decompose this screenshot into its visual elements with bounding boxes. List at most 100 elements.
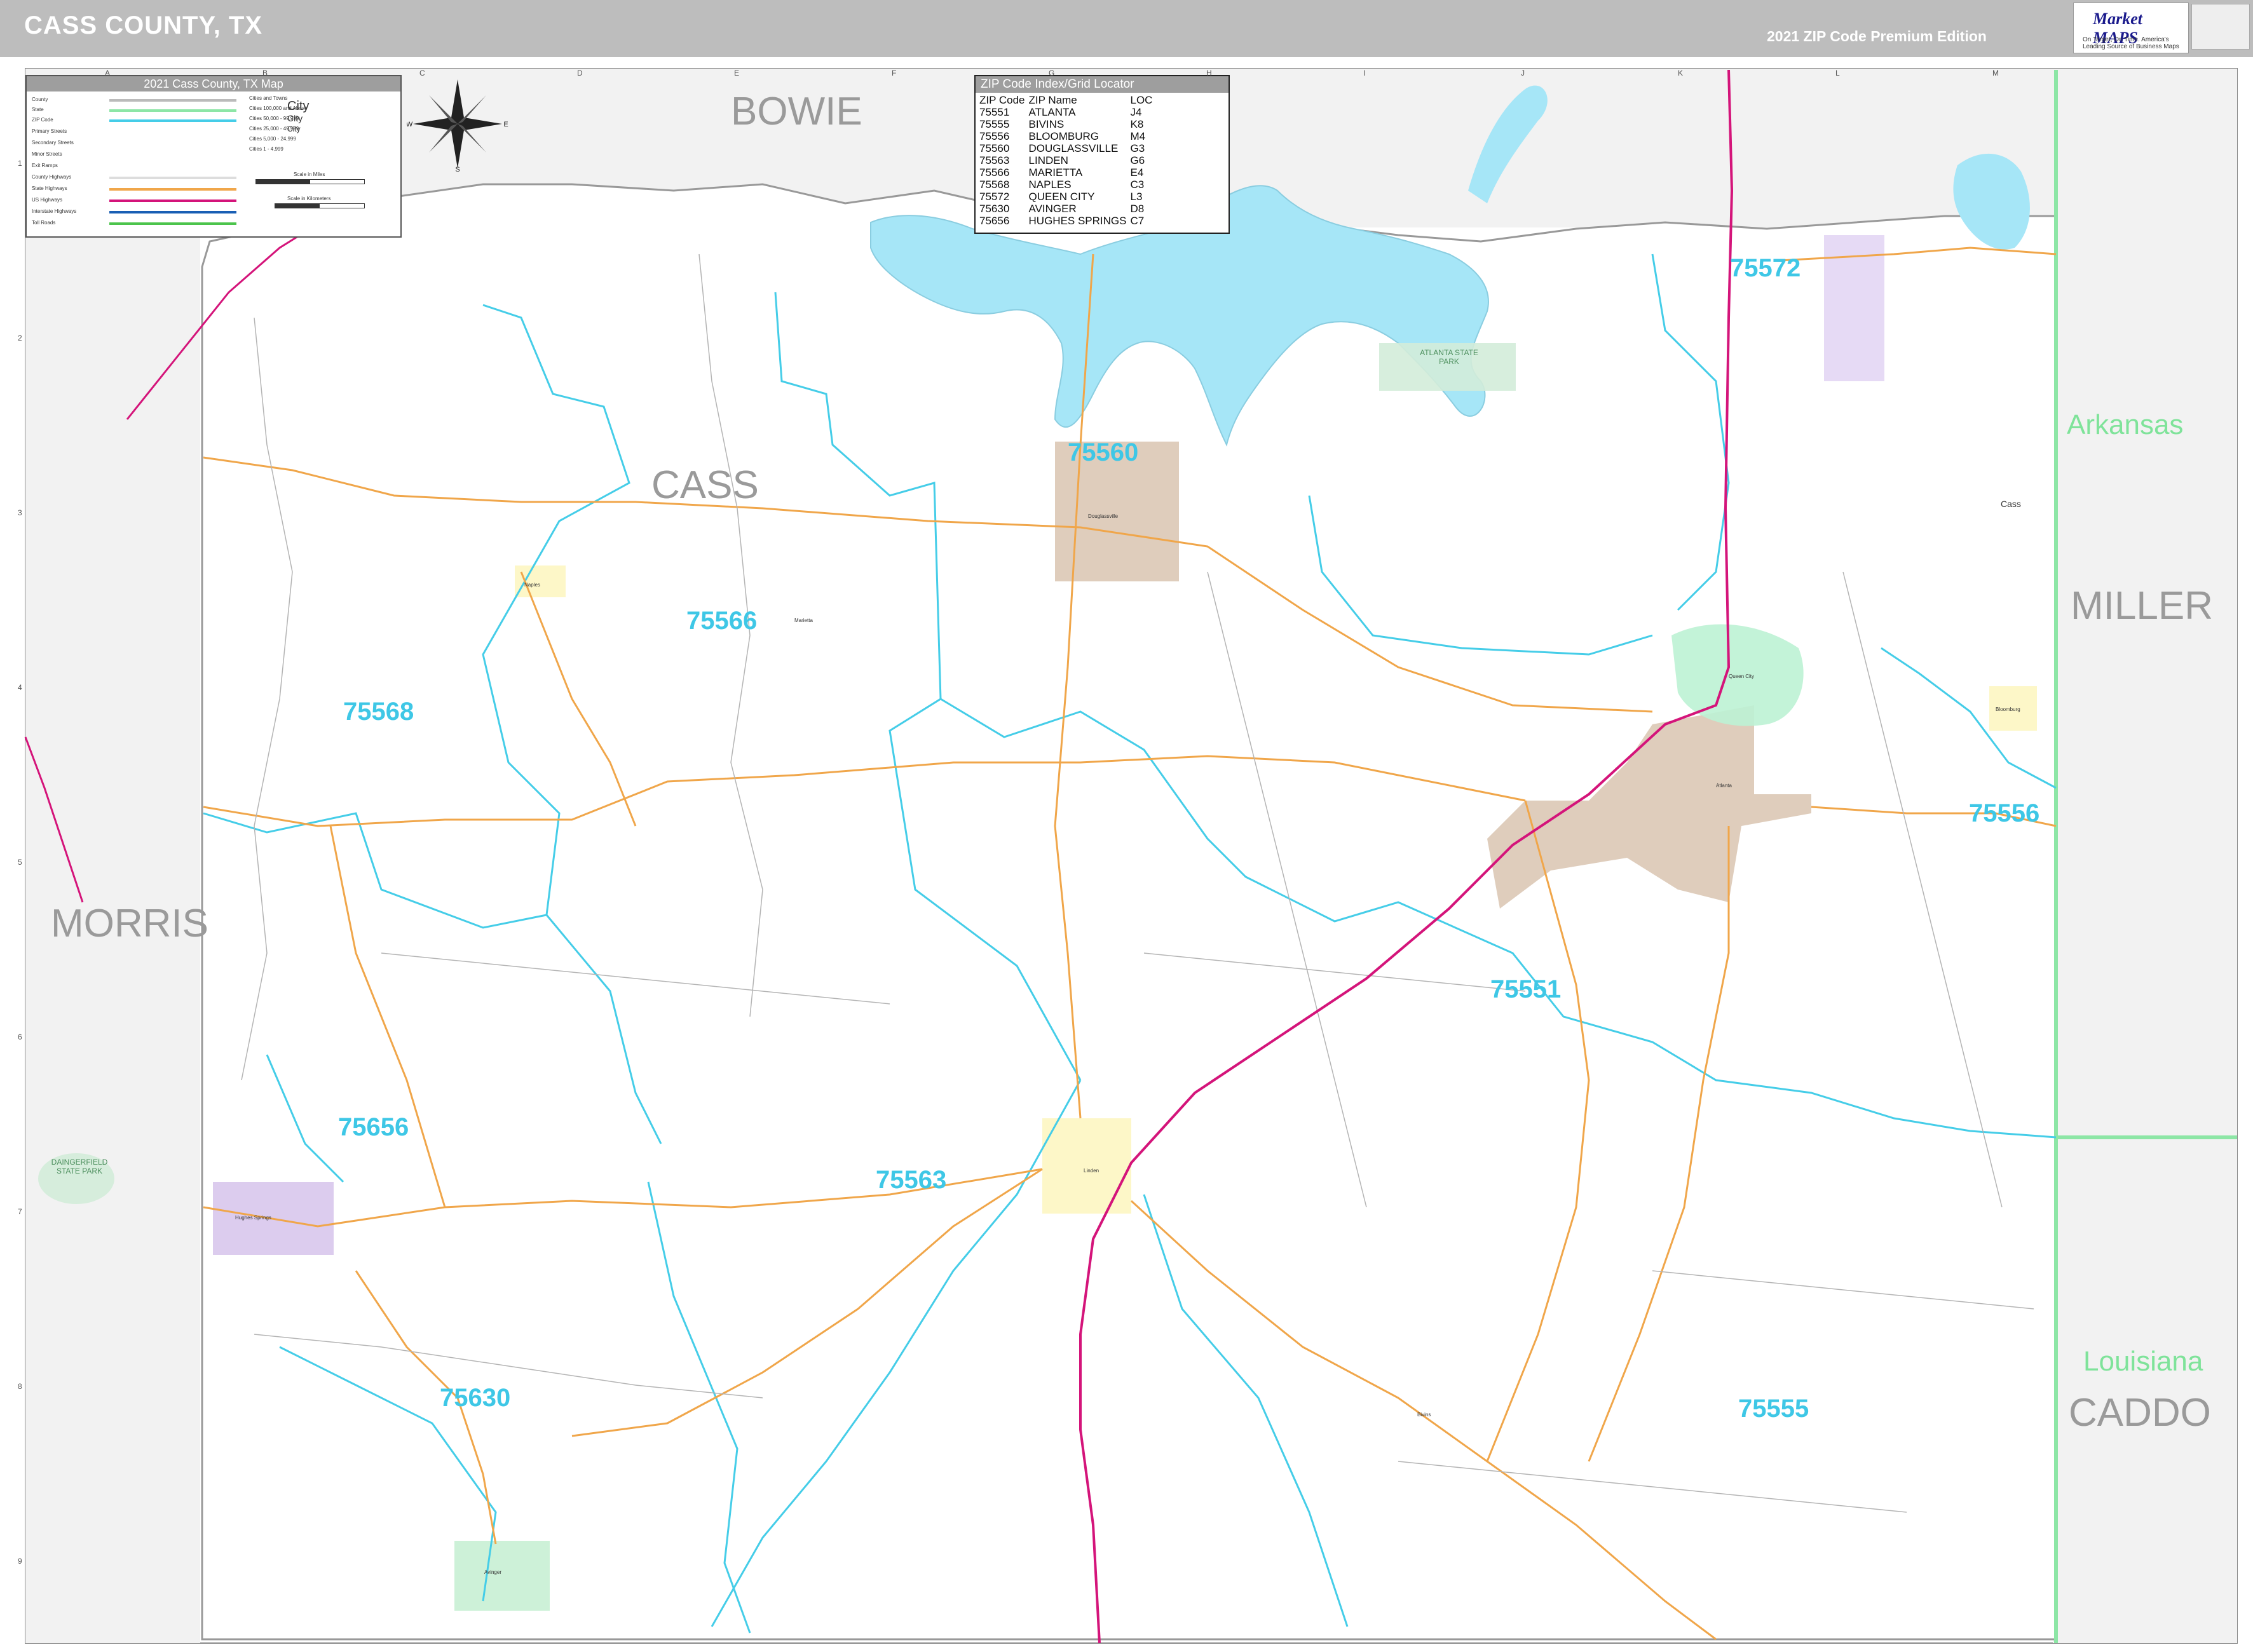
- grid-letter-h: H: [1206, 69, 1212, 78]
- zip-code: 75572: [979, 191, 1010, 203]
- zip-label-75560: 75560: [1068, 438, 1139, 466]
- zip-code-index: ZIP Code Index/Grid Locator ZIP Code ZIP…: [974, 75, 1230, 234]
- legend-city-size-5: Cities 1 - 4,999: [249, 146, 283, 152]
- county-label-cass: CASS: [651, 463, 759, 507]
- town-label-bivins: Bivins: [1417, 1412, 1431, 1418]
- grid-number-9: 9: [18, 1557, 22, 1566]
- legend-line-state-hwy: [109, 188, 236, 191]
- zip-code: 75560: [979, 142, 1010, 154]
- table-row[interactable]: 75572 QUEEN CITY L3: [979, 191, 1156, 203]
- legend-line-county-hwy: [109, 177, 236, 179]
- zip-name: HUGHES SPRINGS: [1028, 215, 1127, 227]
- zip-code: 75556: [979, 130, 1010, 142]
- legend-row-county: County: [32, 97, 48, 102]
- zip-index-header-code: ZIP Code: [979, 94, 1025, 106]
- zip-name: NAPLES: [1028, 179, 1072, 191]
- town-label-cass: Cass: [2001, 499, 2021, 509]
- legend-row-minor: Minor Streets: [32, 151, 62, 157]
- legend-row-exit: Exit Ramps: [32, 163, 58, 168]
- zip-index-table: ZIP Code ZIP Name LOC 75551 ATLANTA J4 755…: [979, 94, 1156, 227]
- grid-number-4: 4: [18, 683, 22, 692]
- legend-scale-km: Scale in Kilometers: [287, 196, 331, 201]
- zip-code: 75563: [979, 154, 1010, 166]
- grid-letter-i: I: [1363, 69, 1366, 78]
- zip-name: BLOOMBURG: [1028, 130, 1099, 142]
- legend-city-sample-large: City: [287, 99, 310, 113]
- legend-line-zip: [109, 119, 236, 122]
- map-canvas[interactable]: [0, 0, 2253, 1652]
- grid-number-2: 2: [18, 334, 22, 342]
- avinger-area: [454, 1541, 550, 1611]
- grid-number-6: 6: [18, 1032, 22, 1041]
- legend-row-us-hwy: US Highways: [32, 197, 63, 203]
- grid-letter-g: G: [1049, 69, 1055, 78]
- zip-loc: C3: [1130, 179, 1145, 191]
- table-row[interactable]: 75630 AVINGER D8: [979, 203, 1156, 215]
- zip-code: 75630: [979, 203, 1010, 215]
- zip-label-75555: 75555: [1738, 1395, 1809, 1423]
- legend-row-toll: Toll Roads: [32, 220, 56, 226]
- town-label-linden: Linden: [1084, 1168, 1099, 1174]
- map-legend: 2021 Cass County, TX Map County State ZI…: [25, 75, 402, 238]
- legend-row-interstate: Interstate Highways: [32, 208, 77, 214]
- zip-name: ATLANTA: [1028, 106, 1076, 118]
- table-row[interactable]: 75556 BLOOMBURG M4: [979, 130, 1156, 142]
- zip-name: BIVINS: [1028, 118, 1065, 130]
- grid-number-7: 7: [18, 1207, 22, 1216]
- table-row[interactable]: 75563 LINDEN G6: [979, 154, 1156, 166]
- zip-name: LINDEN: [1028, 154, 1068, 166]
- grid-letter-l: L: [1835, 69, 1840, 78]
- grid-letter-b: B: [262, 69, 268, 78]
- town-label-atlanta: Atlanta: [1716, 783, 1732, 789]
- zip-label-75572: 75572: [1730, 254, 1801, 282]
- grid-letter-e: E: [734, 69, 740, 78]
- zip-index-header-loc: LOC: [1130, 94, 1153, 106]
- zip-code: 75566: [979, 166, 1010, 179]
- zip-loc: M4: [1130, 130, 1146, 142]
- county-label-miller: MILLER: [2071, 584, 2213, 628]
- zip-name: AVINGER: [1028, 203, 1077, 215]
- grid-letter-k: K: [1678, 69, 1684, 78]
- table-row[interactable]: 75656 HUGHES SPRINGS C7: [979, 215, 1156, 227]
- grid-number-5: 5: [18, 858, 22, 867]
- zip-loc: G6: [1130, 154, 1145, 166]
- compass-e: E: [503, 121, 508, 128]
- grid-number-1: 1: [18, 159, 22, 168]
- legend-row-county-hwy: County Highways: [32, 174, 72, 180]
- zip-label-75556: 75556: [1969, 799, 2040, 827]
- park-label-daingerfield: DAINGERFIELD STATE PARK: [51, 1158, 108, 1175]
- compass-w: W: [407, 121, 413, 128]
- linden-area: [1042, 1118, 1131, 1214]
- table-row[interactable]: 75551 ATLANTA J4: [979, 106, 1156, 118]
- legend-row-zip: ZIP Code: [32, 117, 53, 123]
- town-label-bloomburg: Bloomburg: [1996, 707, 2020, 712]
- legend-city-header: Cities and Towns: [249, 95, 288, 101]
- legend-line-county: [109, 99, 236, 102]
- table-row[interactable]: 75555 BIVINS K8: [979, 118, 1156, 130]
- compass-n: N: [455, 76, 460, 78]
- zip-name: MARIETTA: [1028, 166, 1083, 179]
- legend-row-state: State: [32, 107, 44, 112]
- outside-county-west: [25, 69, 200, 1643]
- park-label-atlanta: ATLANTA STATE PARK: [1420, 348, 1478, 366]
- town-label-douglassville: Douglassville: [1088, 513, 1119, 519]
- table-row[interactable]: 75560 DOUGLASSVILLE G3: [979, 142, 1156, 154]
- grid-number-3: 3: [18, 508, 22, 517]
- legend-scale-bar-km: [275, 203, 365, 208]
- legend-line-interstate: [109, 211, 236, 213]
- legend-row-secondary: Secondary Streets: [32, 140, 74, 146]
- grid-letter-m: M: [1992, 69, 1999, 78]
- legend-row-state-hwy: State Highways: [32, 186, 67, 191]
- zip-loc: E4: [1130, 166, 1144, 179]
- grid-letter-f: F: [892, 69, 897, 78]
- county-label-morris: MORRIS: [51, 902, 208, 945]
- table-row[interactable]: 75568 NAPLES C3: [979, 179, 1156, 191]
- legend-title: 2021 Cass County, TX Map: [27, 76, 400, 91]
- table-row[interactable]: 75566 MARIETTA E4: [979, 166, 1156, 179]
- zip-label-75630: 75630: [440, 1384, 511, 1412]
- zip-loc: D8: [1130, 203, 1145, 215]
- zip-loc: J4: [1130, 106, 1142, 118]
- zip-index-header-name: ZIP Name: [1028, 94, 1077, 106]
- legend-line-toll: [109, 222, 236, 225]
- zip-label-75566: 75566: [686, 607, 758, 635]
